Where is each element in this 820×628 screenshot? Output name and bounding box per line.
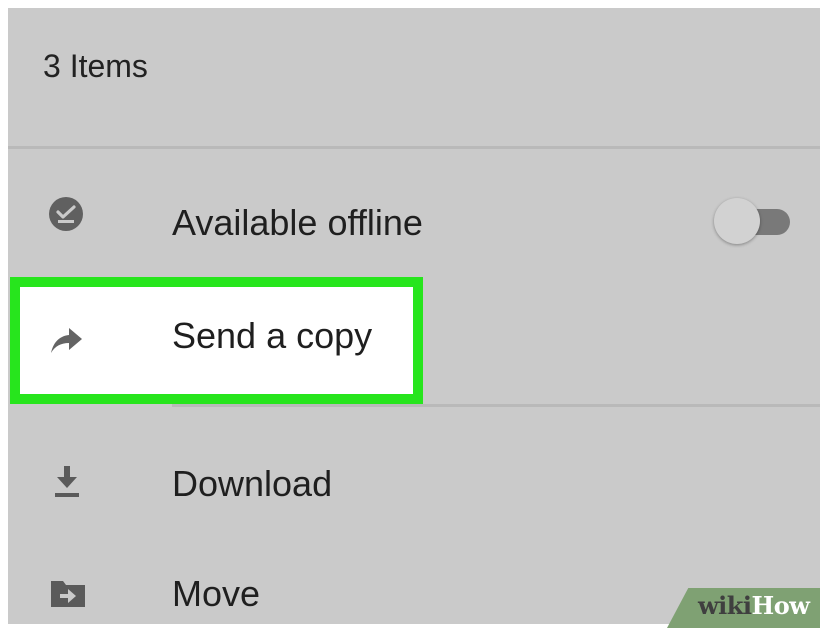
download-icon xyxy=(55,466,79,497)
offline-check-icon xyxy=(49,197,83,231)
move-folder-icon xyxy=(51,581,85,607)
move-label: Move xyxy=(172,573,261,614)
menu-item-download[interactable] xyxy=(8,418,820,528)
share-arrow-icon xyxy=(51,328,82,353)
row-divider xyxy=(172,404,820,407)
watermark-text-how: How xyxy=(751,591,810,620)
available-offline-label: Available offline xyxy=(172,202,423,243)
watermark-text-wiki: wiki xyxy=(698,591,752,620)
toggle-thumb[interactable] xyxy=(714,198,760,244)
header-divider xyxy=(8,146,820,149)
menu-item-send-a-copy[interactable] xyxy=(8,284,820,394)
actions-bottom-sheet: 3 Items Available offline Send a copy Do… xyxy=(8,8,820,624)
send-a-copy-label: Send a copy xyxy=(172,315,373,356)
wikihow-watermark-text: wikiHow xyxy=(698,591,810,620)
download-label: Download xyxy=(172,463,333,504)
selection-count-title: 3 Items xyxy=(43,48,148,84)
